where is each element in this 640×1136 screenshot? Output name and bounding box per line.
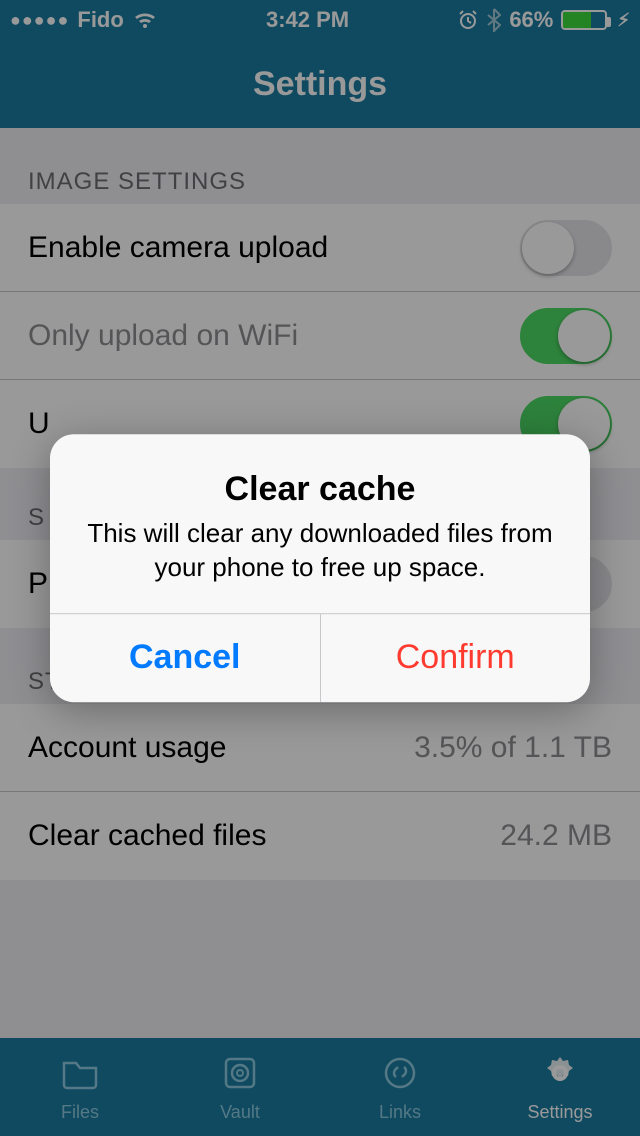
cancel-button[interactable]: Cancel [50, 614, 321, 702]
clear-cache-alert: Clear cache This will clear any download… [50, 434, 590, 702]
confirm-button[interactable]: Confirm [321, 614, 591, 702]
alert-message: This will clear any downloaded files fro… [78, 517, 562, 585]
alert-title: Clear cache [78, 470, 562, 509]
